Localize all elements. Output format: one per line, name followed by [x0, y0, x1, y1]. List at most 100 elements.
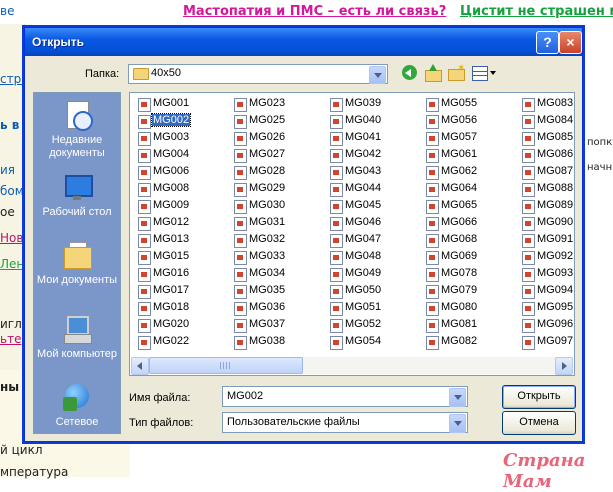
- close-button[interactable]: ×: [559, 31, 582, 54]
- image-file-icon: [522, 268, 535, 282]
- place-desktop[interactable]: Рабочий стол: [34, 171, 120, 219]
- file-name: MG018: [153, 301, 190, 313]
- dialog-titlebar[interactable]: Открыть ? ×: [25, 28, 582, 56]
- file-name: MG088: [537, 182, 574, 194]
- image-file-icon: [234, 183, 247, 197]
- my-computer-icon: [61, 313, 93, 345]
- image-file-icon: [426, 302, 439, 316]
- file-name: MG087: [537, 165, 574, 177]
- scroll-right-button[interactable]: [555, 357, 573, 375]
- image-file-icon: [138, 234, 151, 248]
- file-name: MG009: [153, 199, 190, 211]
- image-file-icon: [234, 132, 247, 146]
- file-name: MG055: [441, 97, 478, 109]
- image-file-icon: [522, 200, 535, 214]
- image-file-icon: [426, 98, 439, 112]
- watermark-logo: Страна Мам: [503, 450, 586, 492]
- place-label: Рабочий стол: [42, 206, 112, 218]
- view-menu-button[interactable]: [471, 64, 497, 82]
- chevron-down-icon[interactable]: [369, 66, 386, 84]
- file-name: MG039: [345, 97, 382, 109]
- file-name: MG029: [249, 182, 286, 194]
- file-name: MG057: [441, 131, 478, 143]
- file-name: MG027: [249, 148, 286, 160]
- file-name: MG034: [249, 267, 286, 279]
- file-name: MG046: [345, 216, 382, 228]
- file-name: MG043: [345, 165, 382, 177]
- folder-select[interactable]: 40x50: [128, 64, 388, 84]
- image-file-icon: [330, 302, 343, 316]
- file-name: MG025: [249, 114, 286, 126]
- my-documents-icon: [61, 239, 93, 271]
- background-fragment[interactable]: Лен: [0, 257, 24, 271]
- place-my-computer[interactable]: Мой компьютер: [34, 313, 120, 361]
- dialog-title: Открыть: [32, 35, 85, 49]
- image-file-icon: [522, 285, 535, 299]
- image-file-icon: [426, 183, 439, 197]
- new-folder-button[interactable]: ✶: [447, 64, 465, 82]
- recent-documents-icon: [61, 99, 93, 131]
- image-file-icon: [138, 98, 151, 112]
- image-file-icon: [330, 285, 343, 299]
- chevron-down-icon[interactable]: [449, 414, 466, 433]
- file-name: MG096: [537, 318, 574, 330]
- place-recent-documents[interactable]: Недавние документы: [34, 99, 120, 160]
- sparkle-icon: ✶: [457, 63, 466, 74]
- file-name: MG045: [345, 199, 382, 211]
- file-name: MG026: [249, 131, 286, 143]
- image-file-icon: [330, 234, 343, 248]
- image-file-icon: [522, 149, 535, 163]
- image-file-icon: [330, 98, 343, 112]
- image-file-icon: [234, 319, 247, 333]
- file-name: MG051: [345, 301, 382, 313]
- filetype-select[interactable]: Пользовательские файлы: [222, 412, 468, 433]
- chevron-down-icon[interactable]: [449, 388, 466, 407]
- file-name: MG036: [249, 301, 286, 313]
- background-fragment[interactable]: Нов: [0, 231, 23, 245]
- background-fragment[interactable]: ь в: [0, 118, 19, 132]
- image-file-icon: [426, 234, 439, 248]
- file-name: MG002: [150, 113, 192, 127]
- chevron-down-icon: [490, 71, 496, 75]
- place-network[interactable]: Сетевое: [34, 381, 120, 429]
- background-link-cystitis[interactable]: Цистит не страшен ма: [460, 4, 613, 19]
- background-link-mastopathy[interactable]: Мастопатия и ПМС – есть ли связь?: [183, 4, 446, 19]
- file-list[interactable]: MG083 MG084 MG085 MG086 MG087 MG088 MG089 MG090…: [129, 92, 575, 376]
- image-file-icon: [426, 336, 439, 350]
- background-fragment[interactable]: ьте: [0, 332, 21, 346]
- file-name: MG038: [249, 335, 286, 347]
- scroll-left-button[interactable]: [131, 357, 149, 375]
- file-name: MG015: [153, 250, 190, 262]
- image-file-icon: [426, 251, 439, 265]
- image-file-icon: [234, 200, 247, 214]
- back-button[interactable]: [401, 64, 419, 82]
- file-name: MG091: [537, 233, 574, 245]
- background-fragment[interactable]: бом: [0, 184, 24, 198]
- horizontal-scrollbar[interactable]: [131, 357, 573, 375]
- file-name: MG006: [153, 165, 190, 177]
- file-name: MG052: [345, 318, 382, 330]
- filename-field[interactable]: MG002: [222, 386, 468, 407]
- image-file-icon: [234, 251, 247, 265]
- image-file-icon: [234, 336, 247, 350]
- scrollbar-thumb[interactable]: [149, 357, 303, 374]
- image-file-icon: [522, 234, 535, 248]
- file-name: MG083: [537, 97, 574, 109]
- image-file-icon: [522, 98, 535, 112]
- place-my-documents[interactable]: Мои документы: [34, 239, 120, 287]
- image-file-icon: [138, 166, 151, 180]
- open-button[interactable]: Открыть: [502, 385, 576, 409]
- cancel-button[interactable]: Отмена: [502, 411, 576, 435]
- file-name: MG081: [441, 318, 478, 330]
- image-file-icon: [234, 149, 247, 163]
- file-name: MG049: [345, 267, 382, 279]
- up-folder-button[interactable]: [424, 64, 442, 82]
- image-file-icon: [522, 115, 535, 129]
- file-name: MG017: [153, 284, 190, 296]
- image-file-icon: [234, 166, 247, 180]
- places-bar: Недавние документы Рабочий стол Мои доку…: [33, 92, 121, 434]
- background-fragment: ны: [0, 380, 20, 394]
- background-fragment[interactable]: ия: [0, 163, 15, 177]
- help-button[interactable]: ?: [536, 31, 559, 54]
- image-file-icon: [330, 319, 343, 333]
